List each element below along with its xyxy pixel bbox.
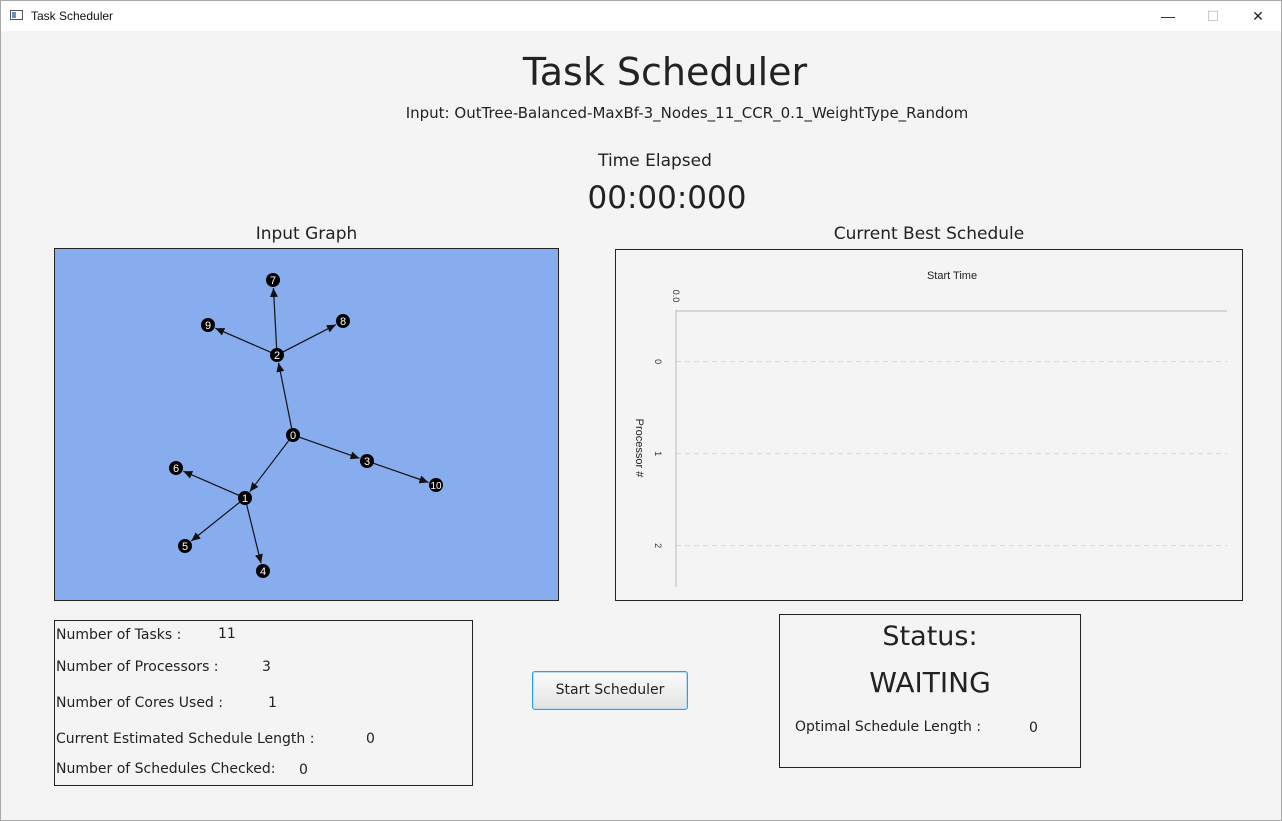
graph-edge-0-2 bbox=[276, 362, 293, 429]
y-axis-label: Processor # bbox=[633, 419, 645, 479]
graph-edge-0-3 bbox=[299, 436, 360, 460]
graph-edge-3-10 bbox=[373, 462, 429, 484]
graph-node-9[interactable]: 9 bbox=[201, 318, 215, 332]
graph-node-label: 4 bbox=[260, 566, 266, 578]
input-graph-title: Input Graph bbox=[255, 224, 358, 244]
minimize-button[interactable]: — bbox=[1145, 1, 1191, 31]
graph-edge-1-4 bbox=[246, 504, 263, 564]
optimal-length-label: Optimal Schedule Length : bbox=[795, 719, 982, 735]
tasks-label: Number of Tasks : bbox=[56, 627, 182, 643]
graph-node-label: 1 bbox=[242, 493, 248, 505]
optimal-length-value: 0 bbox=[1029, 720, 1038, 736]
graph-edge-1-5 bbox=[190, 501, 240, 542]
window-title: Task Scheduler bbox=[31, 9, 114, 23]
graph-node-label: 8 bbox=[340, 316, 346, 328]
graph-node-7[interactable]: 7 bbox=[266, 273, 280, 287]
input-graph-panel[interactable]: 0 1 2 3 4 5 6 7 8 9 10 bbox=[54, 248, 559, 601]
graph-edge-2-9 bbox=[215, 327, 271, 353]
processors-value: 3 bbox=[262, 659, 271, 675]
status-label: Status: bbox=[882, 621, 978, 652]
cores-value: 1 bbox=[268, 695, 277, 711]
graph-node-label: 0 bbox=[290, 430, 296, 442]
graph-node-label: 9 bbox=[205, 320, 211, 332]
graph-node-label: 5 bbox=[182, 541, 188, 553]
status-value: WAITING bbox=[869, 666, 991, 699]
graph-node-label: 2 bbox=[274, 350, 280, 362]
tasks-value: 11 bbox=[218, 626, 236, 642]
graph-node-10[interactable]: 10 bbox=[429, 478, 443, 492]
graph-edge-1-6 bbox=[183, 470, 239, 496]
title-bar[interactable]: Task Scheduler — ☐ ✕ bbox=[1, 1, 1281, 31]
schedule-chart-panel: Start Time Processor # 0.0 0 1 2 bbox=[615, 249, 1243, 601]
graph-node-label: 6 bbox=[173, 463, 179, 475]
cores-label: Number of Cores Used : bbox=[56, 695, 223, 711]
input-file-label: Input: OutTree-Balanced-MaxBf-3_Nodes_11… bbox=[405, 104, 969, 122]
close-button[interactable]: ✕ bbox=[1235, 1, 1281, 31]
y-tick-label: 2 bbox=[653, 543, 663, 548]
schedules-checked-label: Number of Schedules Checked: bbox=[56, 761, 276, 777]
status-panel: Status: WAITING Optimal Schedule Length … bbox=[779, 614, 1081, 768]
x-axis-label: Start Time bbox=[927, 270, 977, 282]
estimated-length-value: 0 bbox=[366, 731, 375, 747]
schedule-chart: Start Time Processor # 0.0 0 1 2 bbox=[633, 270, 1227, 587]
graph-node-8[interactable]: 8 bbox=[336, 314, 350, 328]
graph-edge-2-8 bbox=[282, 324, 337, 353]
graph-node-label: 7 bbox=[270, 275, 276, 287]
time-elapsed-label: Time Elapsed bbox=[598, 151, 712, 171]
graph-node-2[interactable]: 2 bbox=[270, 348, 284, 362]
input-graph-canvas[interactable]: 0 1 2 3 4 5 6 7 8 9 10 bbox=[55, 249, 558, 600]
statistics-panel: Number of Tasks : 11 Number of Processor… bbox=[54, 620, 473, 786]
y-tick-label: 0 bbox=[653, 359, 663, 364]
schedules-checked-value: 0 bbox=[299, 762, 308, 778]
graph-node-6[interactable]: 6 bbox=[169, 461, 183, 475]
start-scheduler-button[interactable]: Start Scheduler bbox=[532, 671, 688, 710]
x-tick-label: 0.0 bbox=[671, 290, 681, 303]
estimated-length-label: Current Estimated Schedule Length : bbox=[56, 731, 315, 747]
processors-label: Number of Processors : bbox=[56, 659, 219, 675]
graph-node-5[interactable]: 5 bbox=[178, 539, 192, 553]
graph-node-1[interactable]: 1 bbox=[238, 491, 252, 505]
time-elapsed-value: 00:00:000 bbox=[587, 180, 747, 216]
schedule-chart-title: Current Best Schedule bbox=[833, 224, 1025, 244]
graph-edge-2-7 bbox=[269, 287, 278, 349]
graph-node-4[interactable]: 4 bbox=[256, 564, 270, 578]
app-icon bbox=[10, 10, 23, 20]
graph-node-label: 3 bbox=[364, 456, 370, 468]
page-title: Task Scheduler bbox=[522, 50, 808, 94]
graph-node-0[interactable]: 0 bbox=[286, 428, 300, 442]
graph-edge-0-1 bbox=[249, 440, 290, 493]
maximize-button[interactable]: ☐ bbox=[1190, 1, 1236, 31]
graph-node-label: 10 bbox=[430, 481, 442, 492]
graph-node-3[interactable]: 3 bbox=[360, 454, 374, 468]
y-tick-label: 1 bbox=[653, 451, 663, 456]
